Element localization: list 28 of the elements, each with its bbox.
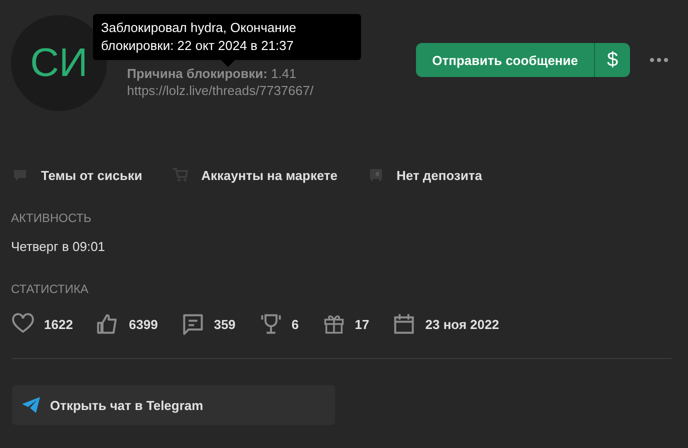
stat-value: 17 bbox=[354, 316, 370, 332]
thumbs-up-icon bbox=[96, 313, 119, 335]
profile-link[interactable]: Нет депозита bbox=[396, 168, 482, 182]
telegram-button[interactable]: Открыть чат в Telegram bbox=[12, 385, 335, 425]
stat-value: 6 bbox=[292, 316, 299, 332]
stat-value: 6399 bbox=[128, 316, 158, 332]
stat-value: 23 ноя 2022 bbox=[425, 316, 500, 332]
tooltip: Заблокировал hydra, Окончание блокировки: 22 окт 2024 в 21:37 bbox=[93, 14, 361, 60]
gift-icon bbox=[322, 313, 345, 335]
section-title: СТАТИСТИКА bbox=[11, 282, 90, 296]
heart-icon bbox=[12, 313, 34, 335]
stat-value: 359 bbox=[214, 316, 236, 332]
ban-link[interactable]: https://lolz.live/threads/7737667/ bbox=[127, 83, 416, 98]
send-message-button[interactable]: Отправить сообщение bbox=[416, 43, 594, 77]
trophy-icon bbox=[260, 313, 282, 335]
section-title: АКТИВНОСТЬ bbox=[11, 211, 92, 225]
calendar-icon bbox=[393, 313, 416, 335]
ban-reason: Причина блокировки: 1.41 bbox=[127, 66, 298, 81]
stat-value: 1622 bbox=[44, 316, 73, 332]
profile-link[interactable]: Темы от сиськи bbox=[41, 168, 142, 182]
money-button[interactable]: $ bbox=[594, 43, 630, 77]
more-icon[interactable] bbox=[650, 58, 668, 62]
last-activity: Четверг в 09:01 bbox=[11, 239, 106, 254]
safe-icon bbox=[368, 167, 384, 183]
profile-link[interactable]: Аккаунты на маркете bbox=[201, 168, 338, 182]
chat-icon bbox=[182, 313, 204, 335]
tooltip-arrow bbox=[221, 60, 235, 67]
paper-plane-icon bbox=[22, 397, 40, 413]
